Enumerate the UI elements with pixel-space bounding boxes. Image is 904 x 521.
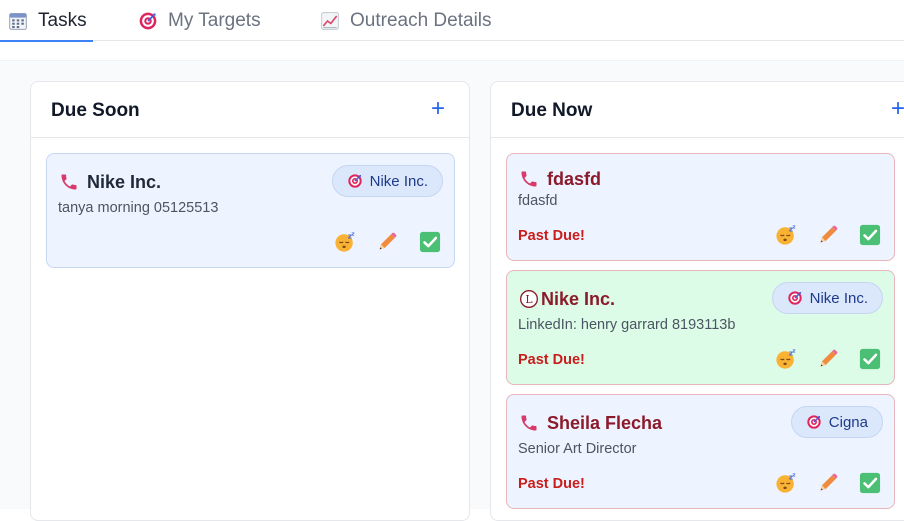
column-header: Due Now + (491, 82, 904, 138)
chart-icon (320, 11, 340, 31)
snooze-icon[interactable] (775, 348, 797, 370)
complete-check-icon[interactable] (859, 224, 881, 246)
calendar-icon (8, 11, 28, 31)
edit-pencil-icon[interactable] (376, 231, 398, 253)
edit-pencil-icon[interactable] (817, 224, 839, 246)
past-due-label: Past Due! (518, 352, 585, 368)
task-card[interactable]: L Nike Inc. LinkedIn: henry garrard 8193… (506, 270, 895, 385)
task-title: Nike Inc. (541, 289, 616, 309)
edit-pencil-icon[interactable] (817, 472, 839, 494)
task-title: Nike Inc. (87, 172, 162, 192)
target-icon (138, 11, 158, 31)
column-title: Due Now (511, 100, 593, 121)
tab-my-targets-label: My Targets (168, 9, 261, 31)
target-icon (787, 290, 803, 306)
past-due-label: Past Due! (518, 228, 585, 244)
task-title: Sheila Flecha (547, 413, 663, 433)
add-task-button[interactable]: + (891, 96, 904, 122)
column-title: Due Soon (51, 100, 140, 121)
target-tag-label: Nike Inc. (809, 289, 868, 307)
add-task-button[interactable]: + (431, 96, 445, 122)
target-icon (806, 414, 822, 430)
target-icon (347, 173, 363, 189)
task-subtitle: Senior Art Director (518, 441, 637, 457)
phone-icon (59, 172, 79, 192)
task-subtitle: LinkedIn: henry garrard 8193113b (518, 317, 736, 333)
target-tag-label: Cigna (828, 413, 868, 431)
column-header: Due Soon + (31, 82, 469, 138)
column-due-now: Due Now + fdasfd fdasfd Past Due! L Nike… (490, 81, 904, 521)
task-title: fdasfd (547, 169, 601, 189)
svg-text:L: L (525, 293, 532, 306)
task-card[interactable]: Sheila Flecha Senior Art Director Past D… (506, 394, 895, 509)
task-subtitle: tanya morning 05125513 (58, 200, 219, 216)
task-card[interactable]: Nike Inc. tanya morning 05125513 Nike In… (46, 153, 455, 268)
snooze-icon[interactable] (334, 231, 356, 253)
tab-outreach-details-label: Outreach Details (350, 9, 492, 31)
past-due-label: Past Due! (518, 476, 585, 492)
target-tag[interactable]: Nike Inc. (331, 165, 443, 197)
tab-tasks[interactable]: Tasks (0, 0, 93, 42)
phone-icon (519, 413, 539, 433)
complete-check-icon[interactable] (859, 348, 881, 370)
phone-icon (519, 169, 539, 189)
tab-tasks-label: Tasks (38, 9, 87, 31)
task-subtitle: fdasfd (518, 193, 558, 209)
linkedin-icon: L (519, 289, 539, 309)
target-tag[interactable]: Cigna (790, 406, 883, 438)
tab-bar: Tasks My Targets Outreach Details (0, 0, 904, 42)
tab-outreach-details[interactable]: Outreach Details (320, 0, 492, 41)
edit-pencil-icon[interactable] (817, 348, 839, 370)
tab-my-targets[interactable]: My Targets (138, 0, 261, 41)
target-tag-label: Nike Inc. (369, 172, 428, 190)
complete-check-icon[interactable] (859, 472, 881, 494)
complete-check-icon[interactable] (419, 231, 441, 253)
active-tab-indicator (0, 40, 93, 42)
snooze-icon[interactable] (775, 224, 797, 246)
target-tag[interactable]: Nike Inc. (771, 282, 883, 314)
snooze-icon[interactable] (775, 472, 797, 494)
column-due-soon: Due Soon + Nike Inc. tanya morning 05125… (30, 81, 470, 521)
task-card[interactable]: fdasfd fdasfd Past Due! (506, 153, 895, 261)
